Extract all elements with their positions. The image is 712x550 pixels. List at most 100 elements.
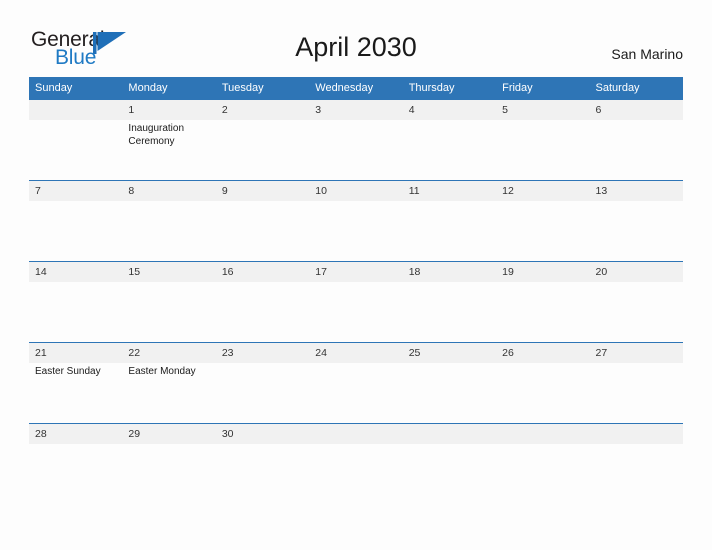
day-cell[interactable] bbox=[589, 423, 683, 452]
day-number: 6 bbox=[589, 100, 683, 120]
day-events bbox=[403, 201, 496, 203]
day-cell[interactable] bbox=[496, 423, 590, 452]
day-events bbox=[403, 363, 496, 365]
day-events bbox=[122, 201, 215, 203]
day-number bbox=[496, 424, 590, 444]
day-number: 1 bbox=[122, 100, 216, 120]
day-cell[interactable]: 16 bbox=[215, 261, 310, 343]
weekday-header-friday: Friday bbox=[496, 77, 590, 100]
day-cell[interactable]: 4 bbox=[402, 99, 497, 181]
day-number: 10 bbox=[309, 181, 403, 201]
day-number: 2 bbox=[215, 100, 310, 120]
day-events bbox=[309, 201, 402, 203]
day-number: 16 bbox=[215, 262, 310, 282]
day-events bbox=[216, 201, 309, 203]
day-cell[interactable]: 26 bbox=[496, 342, 590, 424]
day-events bbox=[590, 120, 683, 122]
day-number: 30 bbox=[215, 424, 310, 444]
day-cell[interactable]: 12 bbox=[496, 180, 590, 262]
day-cell[interactable] bbox=[309, 423, 403, 452]
day-cell[interactable]: 14 bbox=[29, 261, 123, 343]
weekday-header-tuesday: Tuesday bbox=[215, 77, 310, 100]
weekday-header-sunday: Sunday bbox=[29, 77, 123, 100]
day-number: 25 bbox=[402, 343, 497, 363]
day-events bbox=[29, 120, 122, 122]
day-events bbox=[29, 282, 122, 284]
day-cell[interactable]: 10 bbox=[309, 180, 403, 262]
day-number: 18 bbox=[402, 262, 497, 282]
weekday-header-thursday: Thursday bbox=[402, 77, 497, 100]
event-label: Easter Sunday bbox=[35, 366, 101, 377]
day-events bbox=[496, 363, 589, 365]
day-number: 17 bbox=[309, 262, 403, 282]
day-events: Easter Sunday bbox=[29, 363, 122, 378]
day-cell[interactable]: 13 bbox=[589, 180, 683, 262]
day-cell[interactable]: 25 bbox=[402, 342, 497, 424]
calendar-week-row: 7 8 9 10 11 12 13 bbox=[29, 180, 683, 262]
day-number: 26 bbox=[496, 343, 590, 363]
day-number bbox=[402, 424, 497, 444]
day-events bbox=[216, 120, 309, 122]
day-events bbox=[29, 201, 122, 203]
day-events: Inauguration Ceremony bbox=[122, 120, 215, 148]
day-number: 20 bbox=[589, 262, 683, 282]
day-events bbox=[122, 282, 215, 284]
day-events bbox=[590, 363, 683, 365]
day-events bbox=[403, 120, 496, 122]
day-cell[interactable]: 29 bbox=[122, 423, 216, 452]
day-events bbox=[590, 282, 683, 284]
day-cell[interactable]: 3 bbox=[309, 99, 403, 181]
day-cell[interactable]: 27 bbox=[589, 342, 683, 424]
calendar-body: 1 Inauguration Ceremony 2 3 4 5 6 7 8 9 … bbox=[29, 99, 683, 452]
day-number: 23 bbox=[215, 343, 310, 363]
day-cell[interactable]: 7 bbox=[29, 180, 123, 262]
day-cell[interactable]: 28 bbox=[29, 423, 123, 452]
day-cell[interactable]: 23 bbox=[215, 342, 310, 424]
day-cell[interactable]: 21 Easter Sunday bbox=[29, 342, 123, 424]
day-cell[interactable]: 20 bbox=[589, 261, 683, 343]
day-number: 29 bbox=[122, 424, 216, 444]
day-cell[interactable]: 18 bbox=[402, 261, 497, 343]
day-events bbox=[403, 282, 496, 284]
day-events bbox=[496, 120, 589, 122]
day-number: 12 bbox=[496, 181, 590, 201]
day-cell[interactable] bbox=[402, 423, 497, 452]
event-label: Inauguration Ceremony bbox=[128, 123, 185, 147]
day-number: 21 bbox=[29, 343, 123, 363]
day-events bbox=[216, 363, 309, 365]
day-number: 22 bbox=[122, 343, 216, 363]
day-cell[interactable]: 17 bbox=[309, 261, 403, 343]
calendar-week-row: 21 Easter Sunday 22 Easter Monday 23 24 … bbox=[29, 342, 683, 424]
day-cell[interactable]: 24 bbox=[309, 342, 403, 424]
day-number: 7 bbox=[29, 181, 123, 201]
day-events bbox=[216, 282, 309, 284]
calendar-grid: Sunday Monday Tuesday Wednesday Thursday… bbox=[29, 77, 683, 452]
day-events bbox=[309, 363, 402, 365]
day-number: 9 bbox=[215, 181, 310, 201]
day-cell[interactable]: 30 bbox=[215, 423, 310, 452]
day-number: 13 bbox=[589, 181, 683, 201]
day-cell[interactable]: 19 bbox=[496, 261, 590, 343]
day-cell[interactable]: 22 Easter Monday bbox=[122, 342, 216, 424]
day-cell[interactable]: 1 Inauguration Ceremony bbox=[122, 99, 216, 181]
day-number bbox=[29, 100, 123, 120]
day-cell[interactable]: 6 bbox=[589, 99, 683, 181]
weekday-header-monday: Monday bbox=[122, 77, 216, 100]
day-cell[interactable]: 8 bbox=[122, 180, 216, 262]
day-cell[interactable]: 11 bbox=[402, 180, 497, 262]
day-events bbox=[496, 201, 589, 203]
weekday-header-wednesday: Wednesday bbox=[309, 77, 403, 100]
day-cell[interactable]: 15 bbox=[122, 261, 216, 343]
day-cell[interactable]: 5 bbox=[496, 99, 590, 181]
day-number bbox=[309, 424, 403, 444]
day-number: 5 bbox=[496, 100, 590, 120]
day-cell[interactable] bbox=[29, 99, 123, 181]
location-label: San Marino bbox=[611, 46, 683, 62]
day-events bbox=[496, 282, 589, 284]
calendar-page: General Blue April 2030 San Marino Sunda… bbox=[0, 0, 712, 550]
day-cell[interactable]: 2 bbox=[215, 99, 310, 181]
day-number: 24 bbox=[309, 343, 403, 363]
day-number: 11 bbox=[402, 181, 497, 201]
day-events bbox=[309, 282, 402, 284]
day-cell[interactable]: 9 bbox=[215, 180, 310, 262]
